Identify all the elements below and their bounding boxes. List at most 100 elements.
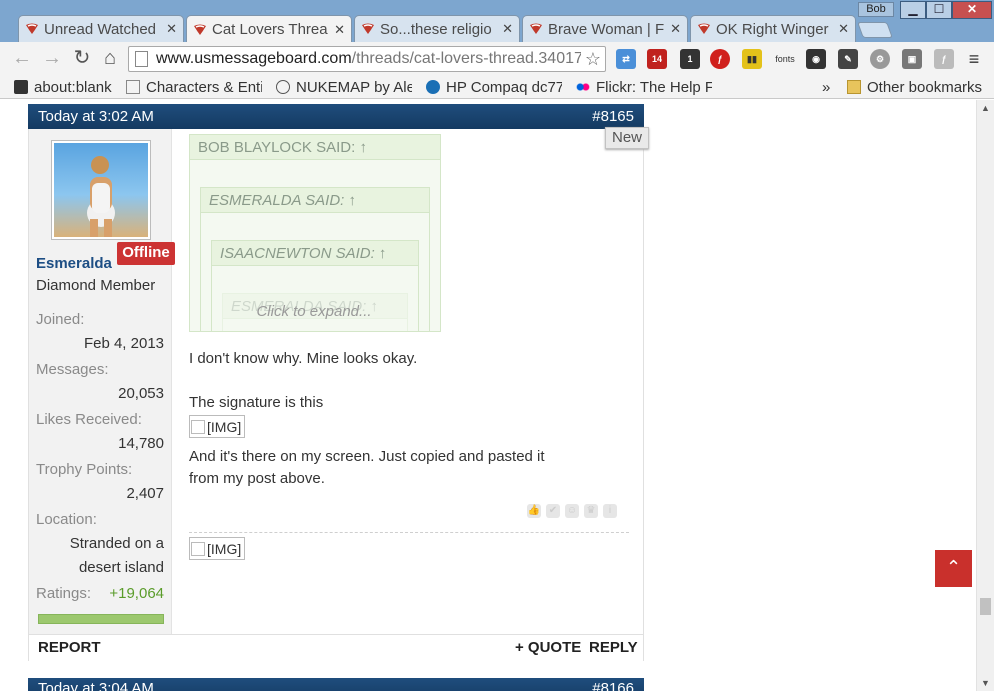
maximize-button[interactable]: ☐ [926,1,952,19]
translate-extension-icon[interactable]: ⇄ [616,49,636,69]
bookmark-about-blank[interactable]: about:blank [14,77,124,97]
camera-icon [14,80,28,94]
trophy-label: Trophy Points: [36,461,133,478]
bookmark-hp[interactable]: HP Compaq dc77 [426,77,562,97]
settings-extension-icon[interactable]: ⚙ [870,49,890,69]
quote-button[interactable]: + QUOTE [515,639,581,656]
page-scrollbar[interactable]: ▲ ▼ [976,100,994,691]
likes-label: Likes Received: [36,411,142,428]
reload-icon[interactable]: ↻ [70,47,94,71]
minimize-button[interactable]: ▁ [900,1,926,19]
hp-logo-icon [426,80,440,94]
ratings-bar [38,614,164,624]
fonts-extension-icon[interactable]: fonts [772,49,798,69]
page-icon [135,51,148,67]
location-line-2[interactable]: desert island [79,559,164,576]
post-number[interactable]: #8166 [592,678,634,691]
rating-icons: 👍 ✔ ☺ ♛ i [527,504,617,518]
radiation-icon [276,80,290,94]
address-bar[interactable]: www.usmessageboard.com/threads/cat-lover… [128,46,606,72]
home-icon[interactable]: ⌂ [98,47,122,71]
tab-close-icon[interactable]: ✕ [670,21,681,37]
post-timestamp[interactable]: Today at 3:04 AM [38,678,154,691]
bookmark-flickr[interactable]: Flickr: The Help F [576,77,712,97]
site-favicon-icon [362,23,374,34]
ratings-label: Ratings: [36,585,92,602]
username-link[interactable]: Esmeralda [36,255,112,272]
joined-label: Joined: [36,311,85,328]
tab-close-icon[interactable]: ✕ [838,21,849,37]
site-favicon-icon [530,23,542,34]
info-icon[interactable]: i [603,504,617,518]
browser-toolbar: ← → ↻ ⌂ www.usmessageboard.com/threads/c… [0,42,994,75]
new-tab-button[interactable] [857,22,893,38]
toolbox-extension-icon[interactable]: ▮▮ [742,49,762,69]
scroll-to-top-button[interactable]: ⌃ [935,550,972,587]
tab-brave-woman[interactable]: Brave Woman | F ✕ [522,15,688,42]
status-badge: Offline [117,242,175,265]
close-window-button[interactable]: ✕ [952,1,992,19]
tab-title: Unread Watched [44,20,157,38]
flash-extension-icon[interactable]: ƒ [710,49,730,69]
tab-close-icon[interactable]: ✕ [502,21,513,37]
page-icon [126,80,140,94]
messages-value[interactable]: 20,053 [118,385,164,402]
broken-image-icon [191,419,205,434]
report-button[interactable]: REPORT [38,639,101,656]
tab-cat-lovers[interactable]: Cat Lovers Threa ✕ [186,15,352,43]
post-content: BOB BLAYLOCK SAID: ↑ ESMERALDA SAID: ↑ I… [172,129,645,634]
bookmark-characters[interactable]: Characters & Enti [126,77,262,97]
screenshot-extension-icon[interactable]: ▣ [902,49,922,69]
bookmarks-overflow-chevron-icon[interactable]: » [822,77,834,97]
scrollbar-thumb[interactable] [980,598,991,615]
quote-attribution[interactable]: ESMERALDA SAID: ↑ [201,188,429,213]
site-favicon-icon [26,23,38,34]
new-post-badge: New [605,127,649,149]
post-number[interactable]: #8165 [592,108,634,125]
click-to-expand[interactable]: Click to expand... [189,303,439,320]
next-post-header: Today at 3:04 AM #8166 [28,678,644,691]
flickr-icon [576,80,590,94]
quote-attribution[interactable]: BOB BLAYLOCK SAID: ↑ [190,135,440,160]
tab-right-winger[interactable]: OK Right Winger ✕ [690,15,856,42]
scroll-up-arrow-icon[interactable]: ▲ [977,100,994,116]
post-header: Today at 3:02 AM #8165 [28,104,644,129]
winner-icon[interactable]: ♛ [584,504,598,518]
location-line-1[interactable]: Stranded on a [70,535,164,552]
menu-icon[interactable]: ≡ [964,49,984,69]
post-body: Offline Esmeralda Diamond Member Joined:… [28,129,644,634]
avatar-image [54,143,148,237]
like-icon[interactable]: 👍 [527,504,541,518]
post-timestamp[interactable]: Today at 3:02 AM [38,108,154,125]
avatar[interactable] [51,140,151,240]
bookmark-nukemap[interactable]: NUKEMAP by Ale [276,77,412,97]
quote-attribution[interactable]: ISAACNEWTON SAID: ↑ [212,241,418,266]
ratings-value: +19,064 [109,585,164,602]
tab-religion[interactable]: So...these religio ✕ [354,15,520,42]
profile-badge[interactable]: Bob [858,2,894,17]
tab-close-icon[interactable]: ✕ [166,21,177,37]
tab-close-icon[interactable]: ✕ [334,22,345,38]
forward-arrow-icon[interactable]: → [40,47,64,71]
scroll-down-arrow-icon[interactable]: ▼ [977,675,994,691]
address-url: www.usmessageboard.com/threads/cat-lover… [156,50,581,67]
tools-extension-icon[interactable]: ✎ [838,49,858,69]
reply-button[interactable]: REPLY [589,639,638,656]
flash-disabled-extension-icon[interactable]: ƒ [934,49,954,69]
mail-extension-icon[interactable]: 1 [680,49,700,69]
back-arrow-icon[interactable]: ← [10,47,34,71]
tab-unread-watched[interactable]: Unread Watched ✕ [18,15,184,42]
adblock-extension-icon[interactable]: 14 [647,49,667,69]
other-bookmarks-folder[interactable]: Other bookmarks [847,77,992,97]
post-text: The signature is this [189,394,324,411]
broken-image-icon [191,541,205,556]
page-viewport: Today at 3:02 AM #8165 Offline Esmeralda [0,100,976,691]
joined-value: Feb 4, 2013 [83,335,164,352]
agree-icon[interactable]: ✔ [546,504,560,518]
signature-divider [189,532,629,533]
trophy-value[interactable]: 2,407 [126,485,164,502]
user-info-panel: Offline Esmeralda Diamond Member Joined:… [29,129,175,634]
funny-icon[interactable]: ☺ [565,504,579,518]
camera-extension-icon[interactable]: ◉ [806,49,826,69]
bookmark-star-icon[interactable]: ☆ [581,49,605,70]
